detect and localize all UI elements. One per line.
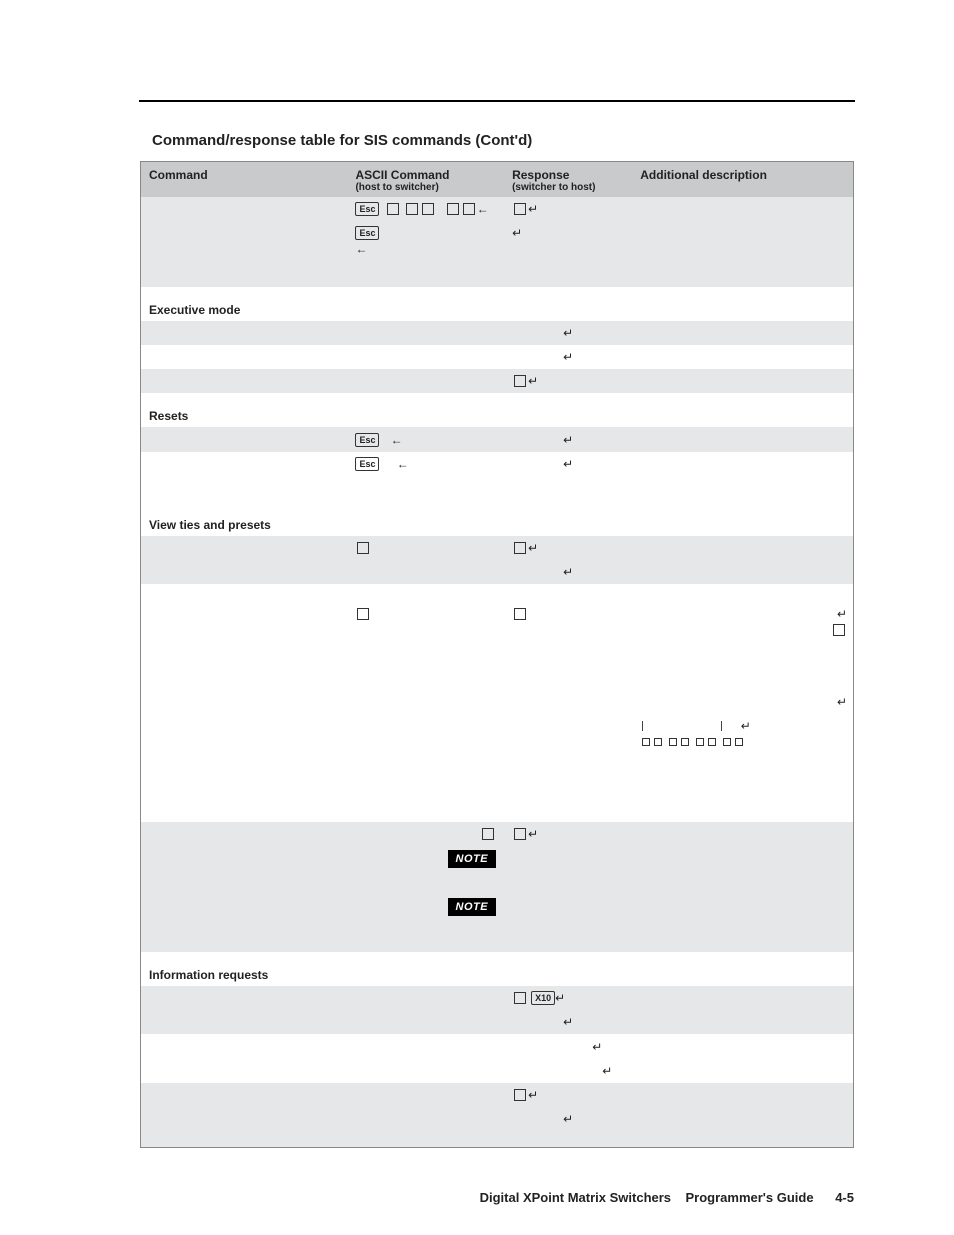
command-table: Command ASCII Command(host to switcher) … bbox=[141, 162, 853, 1147]
table-row bbox=[141, 345, 853, 369]
table-row bbox=[141, 822, 853, 846]
col-response: Response(switcher to host) bbox=[504, 162, 632, 197]
table-row bbox=[141, 1083, 853, 1107]
table-row: Esc bbox=[141, 221, 853, 261]
footer-guide: Programmer's Guide bbox=[686, 1190, 814, 1205]
horizontal-rule bbox=[139, 100, 855, 102]
footer-product: Digital XPoint Matrix Switchers bbox=[480, 1190, 671, 1205]
table-row: Esc bbox=[141, 427, 853, 451]
page-number: 4-5 bbox=[835, 1190, 854, 1205]
esc-key-icon: Esc bbox=[355, 457, 379, 471]
table-header: Command ASCII Command(host to switcher) … bbox=[141, 162, 853, 197]
table-row bbox=[141, 690, 853, 714]
section-header: Information requests bbox=[141, 952, 853, 986]
note-badge: NOTE bbox=[448, 850, 497, 868]
table-row bbox=[141, 920, 853, 952]
table-row bbox=[141, 560, 853, 584]
command-table-frame: Command ASCII Command(host to switcher) … bbox=[140, 161, 854, 1148]
table-row: NOTE bbox=[141, 894, 853, 920]
note-badge: NOTE bbox=[448, 898, 497, 916]
table-row bbox=[141, 584, 853, 602]
esc-key-icon: Esc bbox=[355, 226, 379, 240]
table-row bbox=[141, 872, 853, 894]
table-row bbox=[141, 536, 853, 560]
table-row bbox=[141, 642, 853, 690]
col-ascii: ASCII Command(host to switcher) bbox=[347, 162, 504, 197]
esc-key-icon: Esc bbox=[355, 433, 379, 447]
section-title: Command/response table for SIS commands … bbox=[152, 132, 854, 149]
table-row: X10 bbox=[141, 986, 853, 1010]
table-row bbox=[141, 714, 853, 754]
table-row: Esc bbox=[141, 197, 853, 221]
x10-badge: X10 bbox=[531, 991, 555, 1005]
table-row bbox=[141, 602, 853, 642]
table-row bbox=[141, 754, 853, 822]
section-header: View ties and presets bbox=[141, 502, 853, 536]
esc-key-icon: Esc bbox=[355, 202, 379, 216]
table-row bbox=[141, 1034, 853, 1058]
page: Command/response table for SIS commands … bbox=[0, 0, 954, 1235]
col-description: Additional description bbox=[632, 162, 853, 197]
table-row bbox=[141, 1131, 853, 1147]
page-footer: Digital XPoint Matrix Switchers Programm… bbox=[480, 1190, 854, 1205]
table-row bbox=[141, 321, 853, 345]
table-row bbox=[141, 1059, 853, 1083]
table-row bbox=[141, 1107, 853, 1131]
table-row bbox=[141, 476, 853, 502]
table-row bbox=[141, 261, 853, 287]
table-row: NOTE bbox=[141, 846, 853, 872]
table-row bbox=[141, 369, 853, 393]
section-header: Executive mode bbox=[141, 287, 853, 321]
col-command: Command bbox=[141, 162, 347, 197]
table-row: Esc bbox=[141, 452, 853, 476]
section-header: Resets bbox=[141, 393, 853, 427]
table-row bbox=[141, 1010, 853, 1034]
